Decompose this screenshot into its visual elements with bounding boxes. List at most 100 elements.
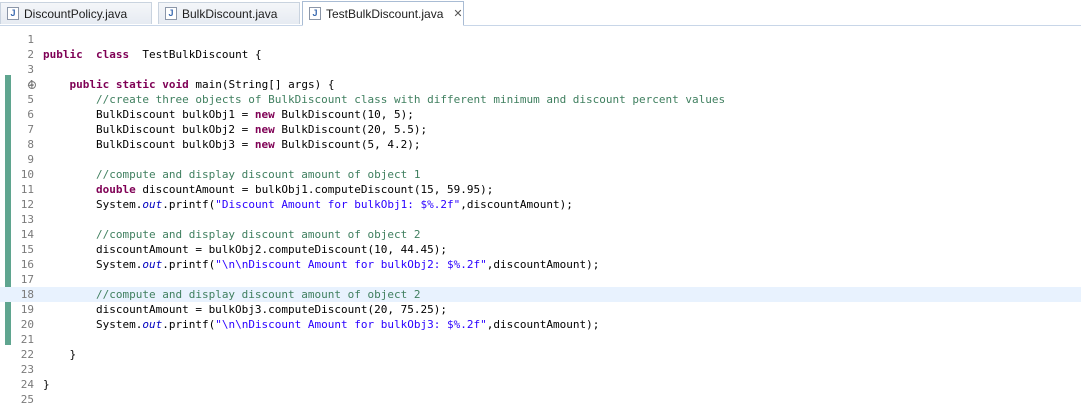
code-token: BulkDiscount bulkObj3 =: [43, 138, 255, 151]
close-tab-icon[interactable]: ✕: [453, 7, 462, 20]
code-line[interactable]: 12 System.out.printf("Discount Amount fo…: [0, 197, 1081, 212]
code-token: void: [162, 78, 189, 91]
code-line[interactable]: 9: [0, 152, 1081, 167]
code-line[interactable]: 14 //compute and display discount amount…: [0, 227, 1081, 242]
code-text: discountAmount = bulkObj3.computeDiscoun…: [43, 302, 447, 317]
code-token: ,discountAmount);: [486, 318, 600, 331]
tab-label: DiscountPolicy.java: [24, 6, 128, 21]
code-line[interactable]: 4− public static void main(String[] args…: [0, 77, 1081, 92]
code-line[interactable]: 22 }: [0, 347, 1081, 362]
line-number: 6: [27, 108, 34, 121]
code-line[interactable]: 16 System.out.printf("\n\nDiscount Amoun…: [0, 257, 1081, 272]
code-line[interactable]: 5 //create three objects of BulkDiscount…: [0, 92, 1081, 107]
line-number: 22: [20, 348, 34, 361]
fold-toggle-icon[interactable]: −: [28, 81, 36, 89]
code-token: "\n\nDiscount Amount for bulkObj3: $%.2f…: [215, 318, 487, 331]
code-line[interactable]: 11 double discountAmount = bulkObj1.comp…: [0, 182, 1081, 197]
line-number: 2: [27, 48, 34, 61]
line-number: 5: [27, 93, 34, 106]
line-number: 1: [27, 33, 34, 46]
code-line[interactable]: 21: [0, 332, 1081, 347]
code-token: BulkDiscount bulkObj1 =: [43, 108, 255, 121]
code-token: "Discount Amount for bulkObj1: $%.2f": [215, 198, 461, 211]
code-line[interactable]: 15 discountAmount = bulkObj2.computeDisc…: [0, 242, 1081, 257]
editor-tab-bar: J DiscountPolicy.java J BulkDiscount.java J T…: [0, 0, 1081, 26]
line-number: 20: [20, 318, 34, 331]
code-token: "\n\nDiscount Amount for bulkObj2: $%.2f…: [215, 258, 487, 271]
code-token: .printf(: [162, 318, 216, 331]
code-token: new: [254, 123, 275, 136]
line-number: 12: [20, 198, 34, 211]
code-line[interactable]: 18 //compute and display discount amount…: [0, 287, 1081, 302]
code-text: //compute and display discount amount of…: [43, 167, 421, 182]
code-line[interactable]: 23: [0, 362, 1081, 377]
code-token: BulkDiscount(10, 5);: [274, 108, 414, 121]
code-token: double: [95, 183, 136, 196]
code-line[interactable]: 3: [0, 62, 1081, 77]
code-token: System.: [43, 318, 143, 331]
line-number: 15: [20, 243, 34, 256]
code-token: out: [142, 198, 163, 211]
code-line[interactable]: 7 BulkDiscount bulkObj2 = new BulkDiscou…: [0, 122, 1081, 137]
code-line[interactable]: 13: [0, 212, 1081, 227]
code-editor[interactable]: 1 2 public class TestBulkDiscount {3 4− pub…: [0, 30, 1081, 406]
java-file-icon: J: [7, 7, 19, 20]
code-line[interactable]: 6 BulkDiscount bulkObj1 = new BulkDiscou…: [0, 107, 1081, 122]
tab-label: BulkDiscount.java: [182, 6, 278, 21]
code-line[interactable]: 8 BulkDiscount bulkObj3 = new BulkDiscou…: [0, 137, 1081, 152]
tab-bulkdiscount[interactable]: J BulkDiscount.java: [158, 2, 300, 24]
line-number: 9: [27, 153, 34, 166]
code-token: main(String[] args) {: [188, 78, 335, 91]
line-number: 3: [27, 63, 34, 76]
code-token: new: [254, 138, 275, 151]
code-text: BulkDiscount bulkObj3 = new BulkDiscount…: [43, 137, 421, 152]
line-number: 11: [20, 183, 34, 196]
code-line[interactable]: 19 discountAmount = bulkObj3.computeDisc…: [0, 302, 1081, 317]
code-token: //create three objects of BulkDiscount c…: [95, 93, 726, 106]
code-line[interactable]: 1: [0, 32, 1081, 47]
java-file-icon: J: [165, 7, 177, 20]
code-token: discountAmount = bulkObj3.computeDiscoun…: [43, 303, 447, 316]
code-line[interactable]: 25: [0, 392, 1081, 407]
tab-discountpolicy[interactable]: J DiscountPolicy.java: [0, 2, 152, 24]
code-token: ,discountAmount);: [460, 198, 573, 211]
code-token: BulkDiscount(20, 5.5);: [274, 123, 428, 136]
code-line[interactable]: 17: [0, 272, 1081, 287]
code-line[interactable]: 24}: [0, 377, 1081, 392]
line-number: 18: [20, 288, 34, 301]
code-token: System.: [43, 198, 143, 211]
code-text: System.out.printf("Discount Amount for b…: [43, 197, 573, 212]
code-token: BulkDiscount(5, 4.2);: [274, 138, 421, 151]
code-text: System.out.printf("\n\nDiscount Amount f…: [43, 317, 599, 332]
line-number: 13: [20, 213, 34, 226]
code-token: //compute and display discount amount of…: [95, 168, 421, 181]
line-number: 8: [27, 138, 34, 151]
code-text: //create three objects of BulkDiscount c…: [43, 92, 725, 107]
line-number: 7: [27, 123, 34, 136]
code-token: //compute and display discount amount of…: [95, 228, 421, 241]
line-number: 24: [20, 378, 34, 391]
code-line[interactable]: 2 public class TestBulkDiscount {: [0, 47, 1081, 62]
line-number: 19: [20, 303, 34, 316]
code-line[interactable]: 10 //compute and display discount amount…: [0, 167, 1081, 182]
code-token: }: [43, 348, 77, 361]
code-text: discountAmount = bulkObj2.computeDiscoun…: [43, 242, 447, 257]
code-token: //compute and display discount amount of…: [95, 288, 421, 301]
code-token: discountAmount = bulkObj1.computeDiscoun…: [135, 183, 494, 196]
code-text: //compute and display discount amount of…: [43, 227, 421, 242]
code-text: BulkDiscount bulkObj2 = new BulkDiscount…: [43, 122, 427, 137]
code-token: TestBulkDiscount {: [129, 48, 262, 61]
code-token: class: [96, 48, 130, 61]
code-token: }: [43, 378, 50, 391]
code-text: public class TestBulkDiscount {: [43, 47, 262, 62]
code-line[interactable]: 20 System.out.printf("\n\nDiscount Amoun…: [0, 317, 1081, 332]
tab-testbulkdiscount[interactable]: J TestBulkDiscount.java ✕: [302, 1, 464, 26]
code-token: public: [43, 48, 83, 61]
code-text: }: [43, 377, 50, 392]
line-number: 10: [20, 168, 34, 181]
